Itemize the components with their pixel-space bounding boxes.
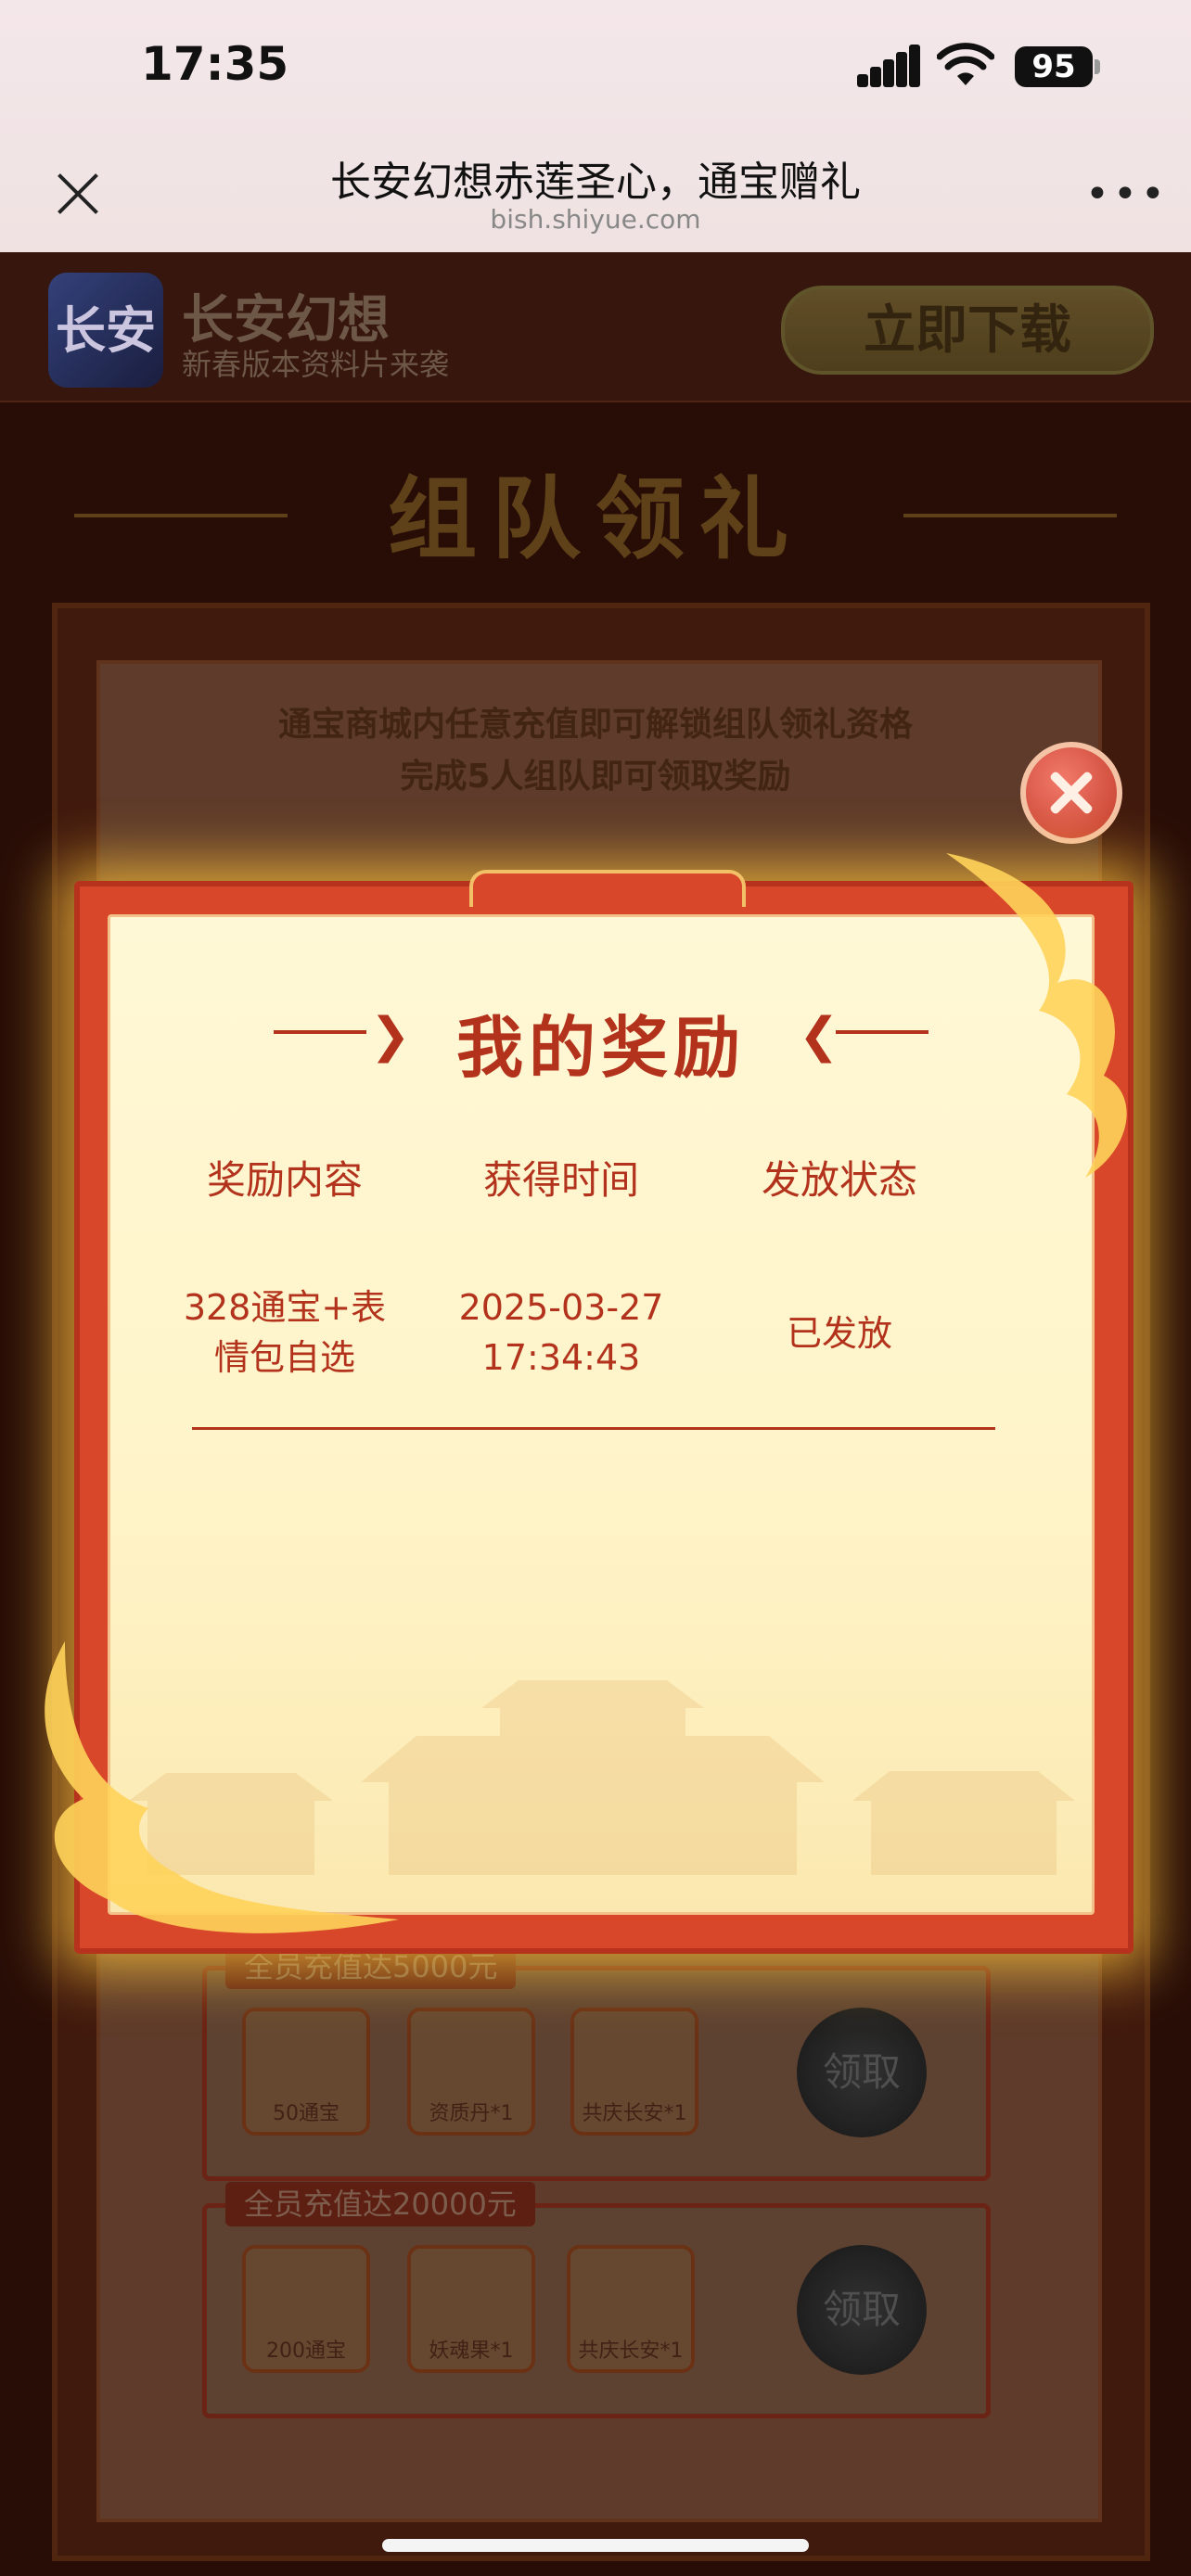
status-time: 17:35 bbox=[141, 37, 289, 91]
reward-status: 已发放 bbox=[786, 1313, 892, 1354]
reward-date: 2025-03-27 bbox=[458, 1287, 664, 1328]
column-header-content: 奖励内容 bbox=[206, 1157, 363, 1203]
browser-chrome: 17:35 95 长安幻想赤莲圣心，通宝赠礼 bish.shiyue.com •… bbox=[0, 0, 1191, 252]
heading-decoration-right bbox=[836, 1030, 928, 1034]
reward-content-line1: 328通宝+表 bbox=[183, 1287, 387, 1328]
reward-time: 17:34:43 bbox=[481, 1337, 641, 1378]
flame-decoration-icon bbox=[45, 1641, 400, 1933]
modal-ornament bbox=[469, 870, 746, 907]
cellular-signal-icon bbox=[857, 45, 922, 87]
table-divider bbox=[192, 1427, 995, 1430]
home-indicator bbox=[382, 2539, 809, 2552]
modal-close-button[interactable] bbox=[1020, 742, 1122, 844]
battery-tip bbox=[1095, 59, 1100, 74]
more-options-icon[interactable]: ••• bbox=[1085, 174, 1169, 215]
wifi-icon bbox=[937, 43, 994, 85]
reward-content-line2: 情包自选 bbox=[213, 1337, 355, 1378]
heading-arrow-right-icon: ❮ bbox=[799, 1008, 839, 1064]
battery-indicator: 95 bbox=[1015, 46, 1093, 87]
page-title: 长安幻想赤莲圣心，通宝赠礼 bbox=[330, 159, 861, 206]
column-header-status: 发放状态 bbox=[761, 1157, 917, 1203]
column-header-time: 获得时间 bbox=[482, 1157, 639, 1203]
page-url: bish.shiyue.com bbox=[490, 204, 701, 235]
flame-decoration-icon bbox=[946, 853, 1127, 1178]
